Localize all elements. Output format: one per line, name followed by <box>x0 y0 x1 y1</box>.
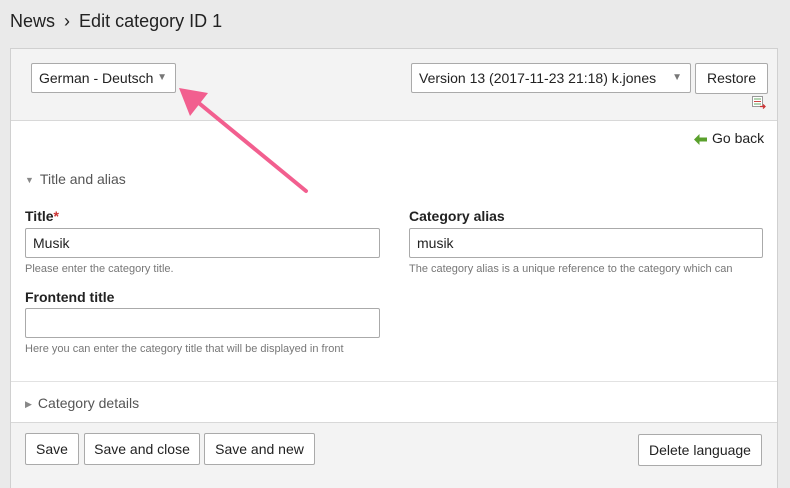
triangle-right-icon: ▶ <box>25 399 32 409</box>
delete-language-button[interactable]: Delete language <box>638 434 762 466</box>
back-arrow-icon <box>694 133 707 145</box>
section-legend: Title and alias <box>39 171 126 187</box>
go-back-link[interactable]: Go back <box>693 130 764 146</box>
section-divider <box>11 381 777 382</box>
alias-input[interactable]: musik <box>409 228 763 258</box>
frontend-title-help: Here you can enter the category title th… <box>25 343 344 355</box>
save-and-close-button[interactable]: Save and close <box>84 433 200 465</box>
save-button[interactable]: Save <box>25 433 79 465</box>
go-back-label: Go back <box>712 130 765 146</box>
breadcrumb-root[interactable]: News <box>10 11 55 31</box>
alias-label: Category alias <box>409 208 505 224</box>
diff-icon[interactable] <box>752 96 766 109</box>
form-footer: Save Save and close Save and new Delete … <box>11 422 777 488</box>
title-input[interactable]: Musik <box>25 228 380 258</box>
version-select[interactable]: Version 13 (2017-11-23 21:18) k.jones ▼ <box>411 63 691 93</box>
required-marker: * <box>53 208 59 224</box>
page-title-text: Edit category ID 1 <box>79 11 223 31</box>
chevron-down-icon: ▼ <box>672 72 682 83</box>
frontend-title-label: Frontend title <box>25 289 115 305</box>
save-and-new-button[interactable]: Save and new <box>204 433 315 465</box>
language-select-value: German - Deutsch <box>39 70 154 86</box>
alias-help: The category alias is a unique reference… <box>409 263 733 275</box>
triangle-down-icon: ▼ <box>25 175 34 185</box>
edit-panel: German - Deutsch ▼ Version 13 (2017-11-2… <box>10 48 778 488</box>
breadcrumb-separator: › <box>64 11 71 31</box>
frontend-title-input[interactable] <box>25 308 380 338</box>
page-title: News › Edit category ID 1 <box>10 11 222 32</box>
version-toolbar: German - Deutsch ▼ Version 13 (2017-11-2… <box>11 49 777 121</box>
section-toggle-category-details[interactable]: ▶ Category details <box>25 395 139 411</box>
language-select[interactable]: German - Deutsch ▼ <box>31 63 176 93</box>
chevron-down-icon: ▼ <box>157 72 167 83</box>
section-toggle-title-alias[interactable]: ▼ Title and alias <box>25 171 126 187</box>
version-select-value: Version 13 (2017-11-23 21:18) k.jones <box>419 70 657 86</box>
title-label: Title* <box>25 208 59 224</box>
restore-button[interactable]: Restore <box>695 63 768 94</box>
section-legend: Category details <box>37 395 140 411</box>
title-help: Please enter the category title. <box>25 263 174 275</box>
